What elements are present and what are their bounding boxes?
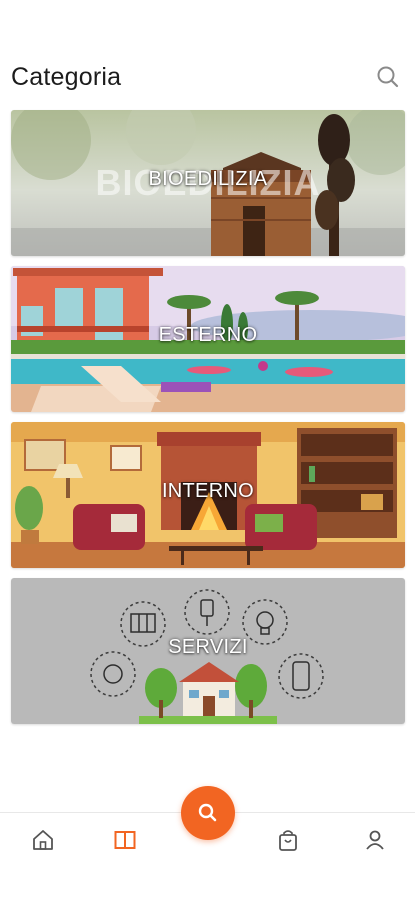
home-icon[interactable] xyxy=(30,827,56,853)
header: Categoria xyxy=(0,52,415,104)
shopping-bag-icon[interactable] xyxy=(275,827,301,853)
category-label: ESTERNO xyxy=(158,324,258,346)
category-card-bioedilizia[interactable]: BIOEDILIZIA BIOEDILIZIA xyxy=(11,110,405,256)
category-list: BIOEDILIZIA BIOEDILIZIA ESTERNO INTERNO … xyxy=(11,110,405,734)
category-card-esterno[interactable]: ESTERNO xyxy=(11,266,405,412)
search-icon xyxy=(198,803,217,822)
search-fab-button[interactable] xyxy=(181,786,235,840)
page-title: Categoria xyxy=(11,63,122,91)
screen: Categoria BIOEDILIZIA BIOEDILIZIA ESTERN… xyxy=(0,0,415,900)
category-label: BIOEDILIZIA xyxy=(148,168,268,190)
category-label: INTERNO xyxy=(161,480,255,502)
user-icon[interactable] xyxy=(362,827,388,853)
category-card-servizi[interactable]: SERVIZI xyxy=(11,578,405,724)
category-label: SERVIZI xyxy=(168,636,248,658)
book-icon[interactable] xyxy=(112,827,138,853)
category-card-interno[interactable]: INTERNO xyxy=(11,422,405,568)
search-icon[interactable] xyxy=(375,64,401,90)
